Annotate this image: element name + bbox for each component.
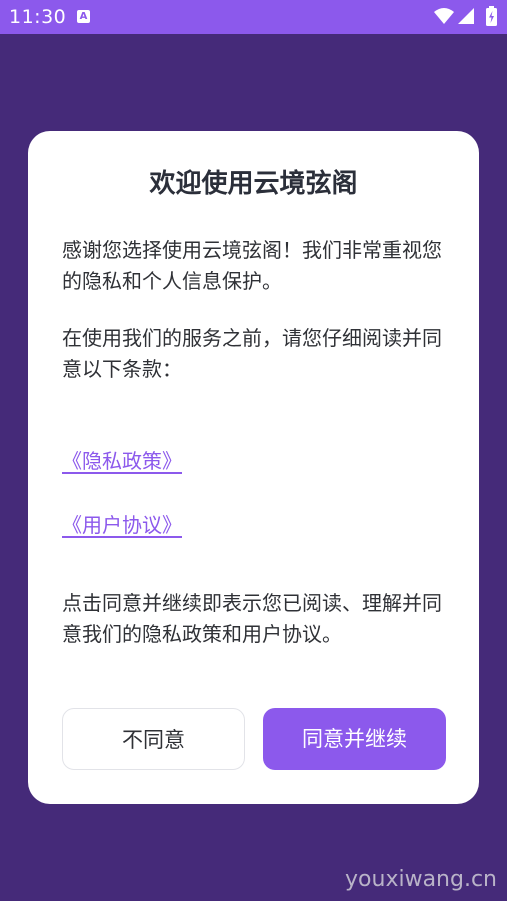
user-agreement-link[interactable]: 《用户协议》 — [62, 511, 182, 539]
accept-continue-button[interactable]: 同意并继续 — [263, 708, 446, 770]
intro-paragraph: 感谢您选择使用云境弦阁！我们非常重视您的隐私和个人信息保护。 — [62, 238, 442, 293]
privacy-consent-dialog: 欢迎使用云境弦阁 感谢您选择使用云境弦阁！我们非常重视您的隐私和个人信息保护。 … — [28, 131, 479, 804]
notification-a-icon: A — [77, 10, 90, 23]
read-terms-paragraph: 在使用我们的服务之前，请您仔细阅读并同意以下条款： — [62, 326, 442, 381]
privacy-policy-link[interactable]: 《隐私政策》 — [62, 447, 182, 475]
signal-icon — [458, 8, 474, 28]
watermark: youxiwang.cn — [345, 867, 497, 892]
decline-button[interactable]: 不同意 — [62, 708, 245, 770]
dialog-title: 欢迎使用云境弦阁 — [149, 169, 358, 199]
status-time: 11:30 — [9, 6, 67, 28]
wifi-icon — [434, 8, 454, 28]
battery-charging-icon — [486, 6, 497, 30]
consent-paragraph: 点击同意并继续即表示您已阅读、理解并同意我们的隐私政策和用户协议。 — [62, 591, 442, 646]
status-bar: 11:30 A — [0, 0, 507, 34]
